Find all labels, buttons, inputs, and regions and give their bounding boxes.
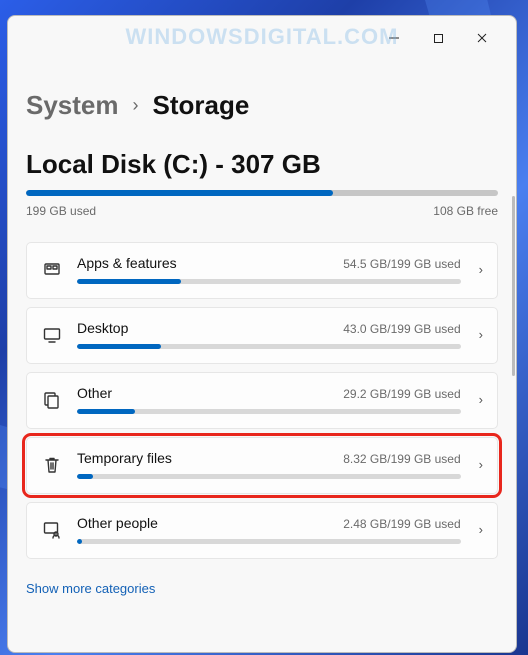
category-bar bbox=[77, 344, 461, 349]
category-body: Other 29.2 GB/199 GB used bbox=[77, 385, 461, 414]
category-list: Apps & features54.5 GB/199 GB used›Deskt… bbox=[26, 242, 498, 559]
other-icon bbox=[41, 390, 63, 410]
scrollbar[interactable] bbox=[512, 196, 515, 376]
category-name: Other people bbox=[77, 515, 158, 531]
disk-free-label: 108 GB free bbox=[433, 204, 498, 218]
category-name: Temporary files bbox=[77, 450, 172, 466]
category-name: Other bbox=[77, 385, 112, 401]
category-bar bbox=[77, 539, 461, 544]
category-name: Desktop bbox=[77, 320, 128, 336]
desktop-icon bbox=[41, 325, 63, 345]
content-area: System › Storage Local Disk (C:) - 307 G… bbox=[8, 60, 516, 652]
show-more-link[interactable]: Show more categories bbox=[26, 581, 155, 596]
chevron-right-icon: › bbox=[475, 262, 483, 277]
category-bar bbox=[77, 279, 461, 284]
disk-usage-labels: 199 GB used 108 GB free bbox=[26, 204, 498, 218]
maximize-button[interactable] bbox=[416, 22, 460, 54]
category-body: Desktop 43.0 GB/199 GB used bbox=[77, 320, 461, 349]
category-size: 43.0 GB/199 GB used bbox=[343, 322, 460, 336]
category-size: 29.2 GB/199 GB used bbox=[343, 387, 460, 401]
disk-usage-fill bbox=[26, 190, 333, 196]
category-item[interactable]: Desktop 43.0 GB/199 GB used › bbox=[26, 307, 498, 364]
chevron-right-icon: › bbox=[133, 95, 139, 116]
category-size: 54.5 GB/199 GB used bbox=[343, 257, 460, 271]
disk-usage-bar bbox=[26, 190, 498, 196]
people-icon bbox=[41, 520, 63, 540]
chevron-right-icon: › bbox=[475, 522, 483, 537]
category-name: Apps & features bbox=[77, 255, 177, 271]
apps-icon bbox=[41, 260, 63, 280]
settings-window: WINDOWSDIGITAL.COM System › Storage Loca… bbox=[7, 15, 517, 653]
category-item[interactable]: Apps & features 54.5 GB/199 GB used › bbox=[26, 242, 498, 299]
category-bar-fill bbox=[77, 344, 161, 349]
category-bar-fill bbox=[77, 474, 93, 479]
disk-used-label: 199 GB used bbox=[26, 204, 96, 218]
category-bar bbox=[77, 474, 461, 479]
category-bar-fill bbox=[77, 409, 135, 414]
category-bar-fill bbox=[77, 279, 181, 284]
disk-title: Local Disk (C:) - 307 GB bbox=[26, 149, 498, 180]
category-size: 8.32 GB/199 GB used bbox=[343, 452, 460, 466]
breadcrumb-current: Storage bbox=[153, 90, 250, 121]
trash-icon bbox=[41, 455, 63, 475]
category-body: Apps & features 54.5 GB/199 GB used bbox=[77, 255, 461, 284]
chevron-right-icon: › bbox=[475, 392, 483, 407]
category-item[interactable]: Other 29.2 GB/199 GB used › bbox=[26, 372, 498, 429]
titlebar bbox=[8, 16, 516, 60]
minimize-button[interactable] bbox=[372, 22, 416, 54]
category-bar-fill bbox=[77, 539, 82, 544]
breadcrumb-parent[interactable]: System bbox=[26, 90, 119, 121]
close-button[interactable] bbox=[460, 22, 504, 54]
breadcrumb: System › Storage bbox=[26, 90, 498, 121]
chevron-right-icon: › bbox=[475, 457, 483, 472]
category-size: 2.48 GB/199 GB used bbox=[343, 517, 460, 531]
category-item[interactable]: Temporary files 8.32 GB/199 GB used › bbox=[26, 437, 498, 494]
category-bar bbox=[77, 409, 461, 414]
category-body: Temporary files 8.32 GB/199 GB used bbox=[77, 450, 461, 479]
chevron-right-icon: › bbox=[475, 327, 483, 342]
category-body: Other people 2.48 GB/199 GB used bbox=[77, 515, 461, 544]
category-item[interactable]: Other people 2.48 GB/199 GB used › bbox=[26, 502, 498, 559]
